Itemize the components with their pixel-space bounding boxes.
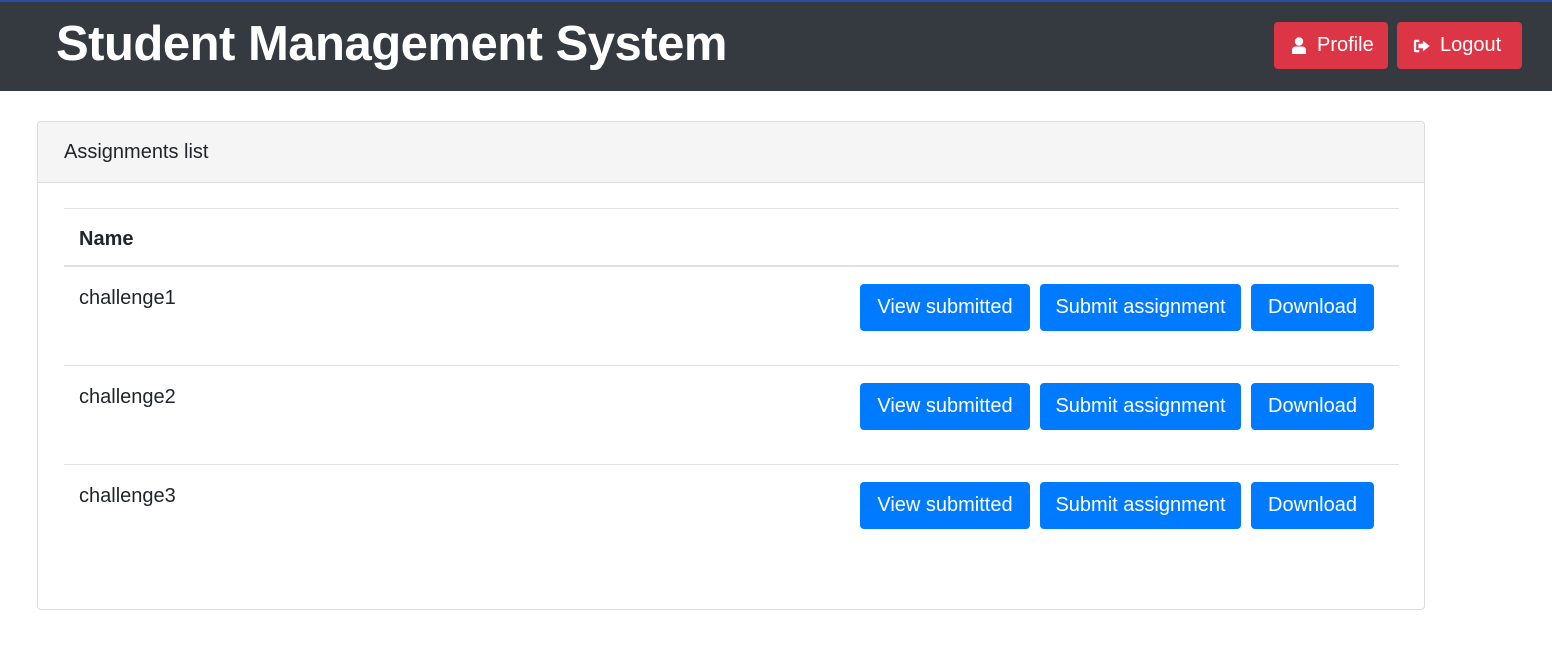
download-button[interactable]: Download [1251, 482, 1374, 529]
table-row: challenge3 View submitted Submit assignm… [64, 465, 1399, 564]
assignments-card: Assignments list Name challenge1 View su… [37, 121, 1425, 610]
table-row: challenge1 View submitted Submit assignm… [64, 267, 1399, 366]
column-header-name: Name [79, 228, 134, 250]
assignments-table: Name challenge1 View submitted Submit as… [64, 208, 1399, 564]
table-row: challenge2 View submitted Submit assignm… [64, 366, 1399, 465]
user-icon [1290, 37, 1308, 55]
card-header: Assignments list [38, 122, 1424, 183]
profile-label: Profile [1317, 34, 1374, 56]
view-submitted-button[interactable]: View submitted [860, 482, 1030, 529]
logout-label: Logout [1440, 34, 1502, 56]
sign-out-icon [1413, 37, 1431, 55]
download-button[interactable]: Download [1251, 383, 1374, 430]
logout-button[interactable]: Logout [1397, 22, 1522, 69]
brand-title[interactable]: Student Management System [56, 14, 727, 74]
download-button[interactable]: Download [1251, 284, 1374, 331]
view-submitted-button[interactable]: View submitted [860, 284, 1030, 331]
table-header-row: Name [64, 209, 1399, 267]
profile-button[interactable]: Profile [1274, 22, 1388, 69]
view-submitted-button[interactable]: View submitted [860, 383, 1030, 430]
submit-assignment-button[interactable]: Submit assignment [1040, 383, 1241, 430]
top-navbar: Student Management System Profile Logout [0, 0, 1552, 91]
assignment-name: challenge3 [79, 485, 176, 507]
submit-assignment-button[interactable]: Submit assignment [1040, 482, 1241, 529]
assignment-name: challenge2 [79, 386, 176, 408]
assignment-name: challenge1 [79, 287, 176, 309]
submit-assignment-button[interactable]: Submit assignment [1040, 284, 1241, 331]
